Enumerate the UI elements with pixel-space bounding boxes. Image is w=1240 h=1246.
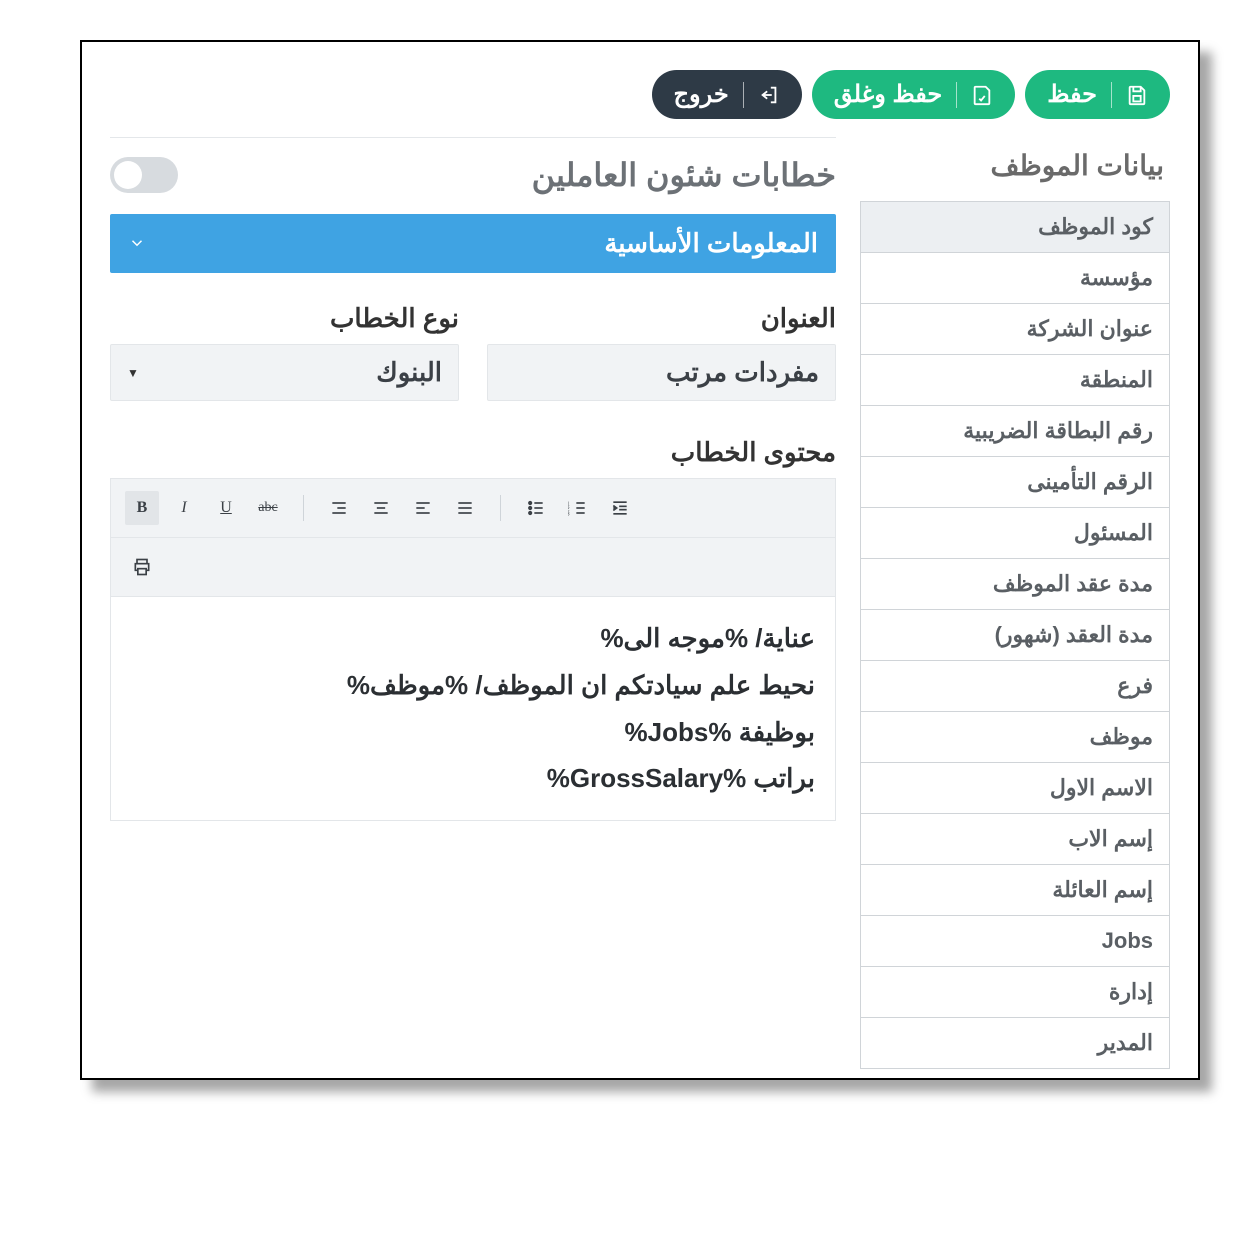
italic-button[interactable]: I: [167, 491, 201, 525]
sidebar-title: بيانات الموظف: [860, 137, 1170, 202]
title-input[interactable]: مفردات مرتب: [487, 344, 836, 401]
accordion-basic-info[interactable]: المعلومات الأساسية: [110, 214, 836, 273]
sidebar-item[interactable]: إدارة: [860, 966, 1170, 1018]
align-center-button[interactable]: [364, 491, 398, 525]
sidebar-item[interactable]: كود الموظف: [860, 201, 1170, 253]
sidebar-item[interactable]: فرع: [860, 660, 1170, 712]
align-right-button[interactable]: [322, 491, 356, 525]
label-letter-type: نوع الخطاب: [110, 303, 459, 334]
bold-button[interactable]: B: [125, 491, 159, 525]
sidebar-item[interactable]: مدة العقد (شهور): [860, 609, 1170, 661]
sidebar-item[interactable]: مدة عقد الموظف: [860, 558, 1170, 610]
editor-label: محتوى الخطاب: [110, 437, 836, 468]
indent-button[interactable]: [603, 491, 637, 525]
align-justify-button[interactable]: [448, 491, 482, 525]
rich-text-editor: B I U abc 123: [110, 478, 836, 821]
save-icon: [1126, 84, 1148, 106]
sidebar-item[interactable]: المدير: [860, 1017, 1170, 1069]
page-title: خطابات شئون العاملين: [194, 156, 836, 194]
sidebar-item[interactable]: الرقم التأمينى: [860, 456, 1170, 508]
sidebar: بيانات الموظف كود الموظفمؤسسةعنوان الشرك…: [860, 137, 1170, 1069]
label-title: العنوان: [487, 303, 836, 334]
align-left-button[interactable]: [406, 491, 440, 525]
sidebar-item[interactable]: Jobs: [860, 915, 1170, 967]
sidebar-item[interactable]: عنوان الشركة: [860, 303, 1170, 355]
strike-button[interactable]: abc: [251, 491, 285, 525]
exit-button[interactable]: خروج: [652, 70, 802, 119]
ordered-list-button[interactable]: 123: [561, 491, 595, 525]
bullet-list-button[interactable]: [519, 491, 553, 525]
chevron-down-icon: [128, 228, 146, 259]
sidebar-item[interactable]: رقم البطاقة الضريبية: [860, 405, 1170, 457]
exit-label: خروج: [674, 80, 729, 109]
underline-button[interactable]: U: [209, 491, 243, 525]
editor-content[interactable]: عناية/ %موجه الى%نحيط علم سيادتكم ان الم…: [111, 597, 835, 820]
toggle-switch[interactable]: [110, 157, 178, 193]
exit-icon: [758, 84, 780, 106]
sidebar-item[interactable]: إسم العائلة: [860, 864, 1170, 916]
sidebar-item[interactable]: المسئول: [860, 507, 1170, 559]
svg-text:3: 3: [568, 512, 570, 518]
save-close-label: حفظ وغلق: [834, 80, 943, 109]
action-toolbar: حفظ حفظ وغلق خروج: [110, 70, 1170, 119]
save-button[interactable]: حفظ: [1025, 70, 1170, 119]
caret-down-icon: ▼: [127, 366, 139, 380]
sidebar-item[interactable]: الاسم الاول: [860, 762, 1170, 814]
sidebar-item[interactable]: مؤسسة: [860, 252, 1170, 304]
sidebar-item[interactable]: المنطقة: [860, 354, 1170, 406]
main-panel: خطابات شئون العاملين المعلومات الأساسية …: [110, 137, 836, 1069]
save-close-icon: [971, 84, 993, 106]
save-close-button[interactable]: حفظ وغلق: [812, 70, 1016, 119]
print-button[interactable]: [125, 550, 159, 584]
sidebar-item[interactable]: إسم الاب: [860, 813, 1170, 865]
sidebar-item[interactable]: موظف: [860, 711, 1170, 763]
save-label: حفظ: [1047, 80, 1097, 109]
letter-type-select[interactable]: البنوك ▼: [110, 344, 459, 401]
editor-toolbar: B I U abc 123: [111, 479, 835, 597]
accordion-title: المعلومات الأساسية: [604, 228, 818, 259]
